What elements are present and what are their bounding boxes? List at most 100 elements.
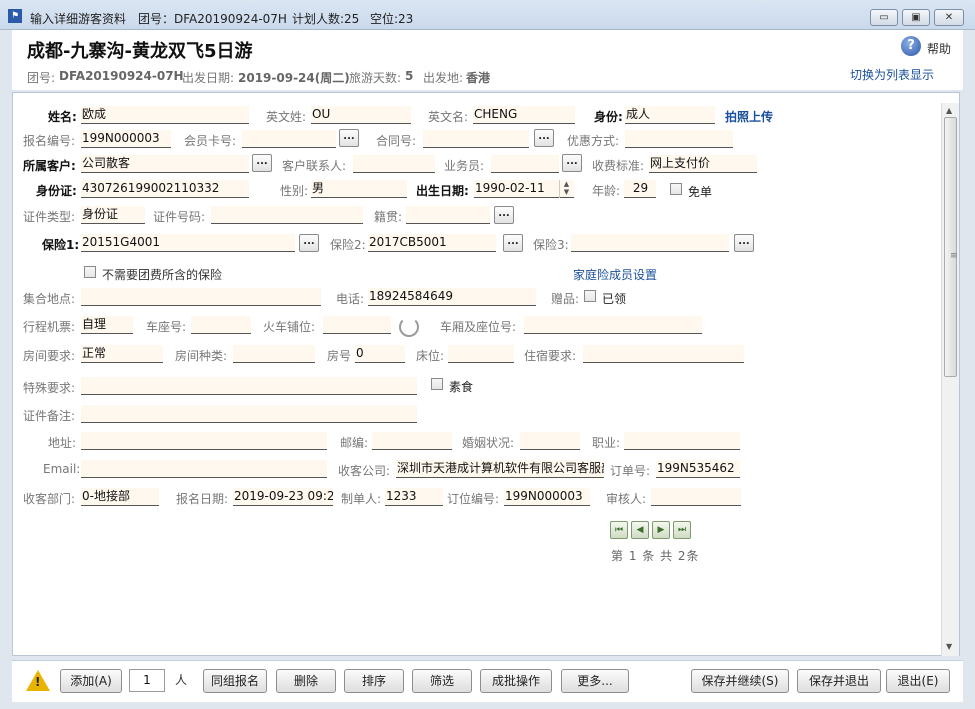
insurance2-label: 保险2:: [330, 238, 366, 252]
special-request-field[interactable]: [81, 377, 417, 395]
id-card-field[interactable]: 430726199002110332: [81, 180, 249, 198]
contract-field[interactable]: [423, 130, 529, 148]
cert-no-field[interactable]: [211, 206, 363, 224]
meeting-place-label: 集合地点:: [23, 292, 76, 306]
carriage-seat-field[interactable]: [524, 316, 702, 334]
fee-standard-field[interactable]: 网上支付价: [649, 155, 757, 173]
native-place-field[interactable]: [406, 206, 490, 224]
salesman-browse-button[interactable]: ...: [562, 154, 582, 172]
insurance2-field[interactable]: 2017CB5001: [368, 234, 496, 252]
cert-note-field[interactable]: [81, 405, 417, 423]
help-label[interactable]: 帮助: [927, 40, 951, 57]
scroll-thumb[interactable]: ≡: [944, 117, 958, 377]
reg-no-field[interactable]: 199N000003: [81, 130, 171, 148]
email-field[interactable]: [81, 460, 327, 478]
help-icon[interactable]: ?: [901, 36, 921, 56]
maker-field[interactable]: 1233: [385, 488, 443, 506]
receiver-company-field[interactable]: 深圳市天港成计算机软件有限公司客服部: [396, 460, 604, 478]
free-checkbox[interactable]: [670, 183, 682, 195]
cert-type-field[interactable]: 身份证: [81, 206, 145, 224]
address-field[interactable]: [81, 432, 327, 450]
window-title: 输入详细游客资料: [30, 12, 127, 26]
cert-no-label: 证件号码:: [153, 210, 206, 224]
vegetarian-checkbox[interactable]: [431, 378, 443, 390]
customer-browse-button[interactable]: ...: [252, 154, 272, 172]
salesman-label: 业务员:: [444, 159, 485, 173]
salesman-field[interactable]: [491, 155, 559, 173]
contract-browse-button[interactable]: ...: [534, 129, 554, 147]
scroll-up-icon[interactable]: ▲: [946, 106, 952, 115]
room-no-field[interactable]: 0: [355, 345, 405, 363]
name-field[interactable]: 欧成: [81, 106, 249, 124]
member-card-browse-button[interactable]: ...: [339, 129, 359, 147]
en-name-field[interactable]: CHENG: [473, 106, 575, 124]
insurance1-field[interactable]: 20151G4001: [81, 234, 295, 252]
family-insurance-link[interactable]: 家庭险成员设置: [573, 266, 657, 283]
stay-request-field[interactable]: [583, 345, 744, 363]
bed-field[interactable]: [448, 345, 514, 363]
refresh-icon[interactable]: [399, 317, 419, 337]
ticket-field[interactable]: 自理: [81, 316, 133, 334]
insurance2-browse-button[interactable]: ...: [503, 234, 523, 252]
batch-button[interactable]: 成批操作: [480, 669, 552, 693]
age-label: 年龄:: [592, 184, 621, 198]
insurance3-browse-button[interactable]: ...: [734, 234, 754, 252]
native-place-browse-button[interactable]: ...: [494, 206, 514, 224]
photo-upload-link[interactable]: 拍照上传: [725, 108, 773, 125]
marital-field[interactable]: [520, 432, 580, 450]
vertical-scrollbar[interactable]: ▲ ≡ ▼: [941, 103, 959, 656]
next-record-icon[interactable]: ▶: [652, 521, 670, 539]
auditor-label: 审核人:: [606, 492, 647, 506]
train-berth-field[interactable]: [323, 316, 391, 334]
sort-button[interactable]: 排序: [344, 669, 404, 693]
en-surname-field[interactable]: OU: [311, 106, 411, 124]
first-record-icon[interactable]: ⏮: [610, 521, 628, 539]
birth-date-spinner-icon[interactable]: ▲ ▼: [559, 180, 573, 198]
dept-field[interactable]: 0-地接部: [81, 488, 159, 506]
save-exit-button[interactable]: 保存并退出: [797, 669, 881, 693]
zip-field[interactable]: [372, 432, 452, 450]
last-record-icon[interactable]: ⏭: [673, 521, 691, 539]
phone-field[interactable]: 18924584649: [368, 288, 536, 306]
gift-received-checkbox[interactable]: [584, 290, 596, 302]
more-button[interactable]: 更多...: [561, 669, 629, 693]
customer-field[interactable]: 公司散客: [81, 155, 249, 173]
auditor-field[interactable]: [651, 488, 741, 506]
order-no-field[interactable]: 199N535462: [656, 460, 740, 478]
discount-field[interactable]: [625, 130, 733, 148]
app-icon: ⚑: [8, 9, 22, 23]
reg-date-field[interactable]: 2019-09-23 09:26: [233, 488, 333, 506]
prev-record-icon[interactable]: ◀: [631, 521, 649, 539]
insurance3-label: 保险3:: [533, 238, 569, 252]
insurance1-browse-button[interactable]: ...: [299, 234, 319, 252]
gender-field[interactable]: 男: [311, 180, 407, 198]
add-button[interactable]: 添加(A): [60, 669, 122, 693]
no-group-insurance-checkbox[interactable]: [84, 266, 96, 278]
room-request-field[interactable]: 正常: [81, 345, 163, 363]
save-continue-button[interactable]: 保存并继续(S): [691, 669, 789, 693]
free-label: 免单: [688, 185, 713, 199]
filter-button[interactable]: 筛选: [412, 669, 472, 693]
booking-no-field[interactable]: 199N000003: [504, 488, 590, 506]
exit-button[interactable]: 退出(E): [886, 669, 950, 693]
meeting-place-field[interactable]: [81, 288, 321, 306]
phone-label: 电话:: [336, 292, 365, 306]
job-field[interactable]: [624, 432, 740, 450]
seat-no-field[interactable]: [191, 316, 251, 334]
insurance1-label: 保险1:: [42, 238, 80, 252]
identity-field[interactable]: 成人: [625, 106, 715, 124]
add-count-input[interactable]: 1: [129, 669, 165, 692]
restore-button[interactable]: ▣: [902, 9, 930, 26]
insurance3-field[interactable]: [571, 234, 729, 252]
member-card-field[interactable]: [242, 130, 336, 148]
age-field[interactable]: 29: [624, 180, 656, 198]
room-type-field[interactable]: [233, 345, 315, 363]
contact-field[interactable]: [353, 155, 435, 173]
same-group-button[interactable]: 同组报名: [203, 669, 267, 693]
scroll-down-icon[interactable]: ▼: [946, 642, 952, 651]
delete-button[interactable]: 删除: [276, 669, 336, 693]
minimize-button[interactable]: ▭: [870, 9, 898, 26]
close-button[interactable]: ✕: [934, 9, 964, 26]
switch-list-view-link[interactable]: 切换为列表显示: [850, 66, 934, 83]
booking-no-label: 订位编号:: [447, 492, 500, 506]
